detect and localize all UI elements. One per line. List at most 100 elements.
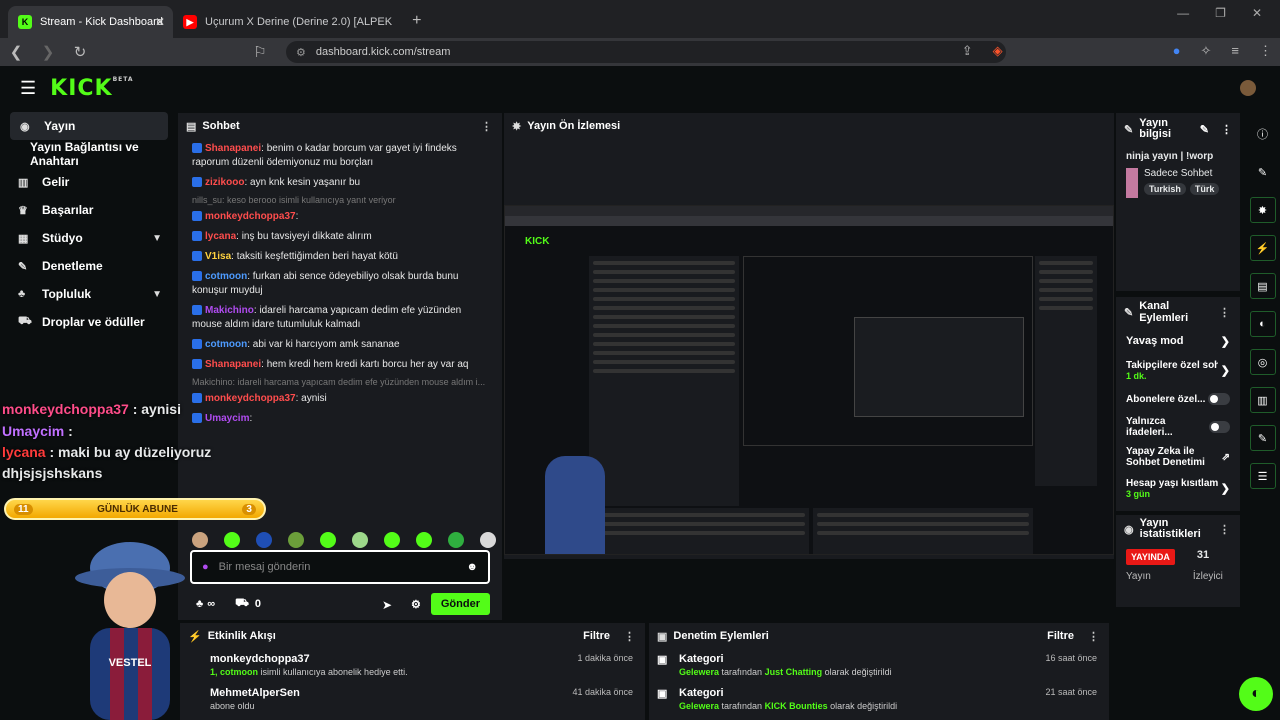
channel-actions-box: ✎ Kanal Eylemleri ⋮ Yavaş mod ❯ Takipçile…: [1116, 297, 1240, 511]
stream-video[interactable]: KICK: [504, 205, 1114, 555]
gift-icon[interactable]: ⛟: [235, 597, 249, 611]
extension-blue-icon[interactable]: ●: [1173, 43, 1181, 59]
subscribers-only-toggle[interactable]: [1208, 393, 1230, 405]
bookmark-icon[interactable]: ⚐: [244, 43, 276, 61]
goal-left: 11: [14, 503, 33, 515]
chat-username[interactable]: lycana: [205, 231, 236, 242]
chat-username[interactable]: monkeydchoppa37: [205, 393, 296, 404]
preview-icon[interactable]: ✸: [1249, 197, 1276, 223]
chat-menu-icon[interactable]: ⋮: [481, 120, 492, 133]
broadcast-icon[interactable]: ◎: [1249, 349, 1276, 375]
emote-icon[interactable]: [480, 532, 496, 548]
tag[interactable]: Turkish: [1144, 183, 1186, 195]
brave-shield-icon[interactable]: ◈: [993, 43, 1003, 59]
list-item[interactable]: ▣ Kategori 21 saat önce: [649, 683, 1109, 701]
list-item[interactable]: ▣ Kategori 16 saat önce: [649, 649, 1109, 667]
sidebar-item-droplar[interactable]: ⛟ Droplar ve ödüller: [0, 308, 176, 336]
edit-icon[interactable]: ✎: [1200, 123, 1209, 136]
activity-pre: 1,: [210, 667, 221, 677]
list-item[interactable]: monkeydchoppa37 1 dakika önce: [180, 649, 645, 667]
maximize-icon[interactable]: ❐: [1215, 6, 1226, 20]
sidebar-item-gelir[interactable]: ▥ Gelir: [0, 168, 176, 196]
emote-icon[interactable]: [352, 532, 368, 548]
emote-icon[interactable]: [288, 532, 304, 548]
stats-menu-icon[interactable]: ⋮: [1219, 523, 1230, 536]
kick-logo[interactable]: KICKBETA: [50, 76, 133, 101]
avatar[interactable]: [1240, 80, 1256, 96]
help-chat-button[interactable]: ◐: [1239, 677, 1273, 711]
activity-filter-button[interactable]: Filtre: [583, 630, 610, 642]
chat-placeholder: Bir mesaj gönderin: [218, 561, 311, 573]
sidebar-item-yayin[interactable]: ◉ Yayın: [10, 112, 168, 140]
tab-youtube[interactable]: ▶ Uçurum X Derine (Derine 2.0) [ALPEK: [173, 6, 402, 38]
layers-icon[interactable]: ▥: [1249, 387, 1276, 413]
share-icon[interactable]: ⇪: [962, 43, 973, 59]
document-icon[interactable]: ▤: [1249, 273, 1276, 299]
hamburger-menu-icon[interactable]: ☰: [20, 78, 36, 99]
microphone-icon[interactable]: ●: [202, 561, 209, 573]
send-button[interactable]: Gönder: [430, 593, 490, 615]
sliders-icon[interactable]: ☰: [1249, 463, 1276, 489]
activity-menu-icon[interactable]: ⋮: [624, 630, 635, 643]
sidebar-item-studyo[interactable]: ▦ Stüdyo ▼: [0, 224, 176, 252]
chat-input[interactable]: ● Bir mesaj gönderin ☻: [190, 550, 490, 584]
ai-moderation-row[interactable]: Yapay Zeka ile Sohbet Denetimi ⇗: [1116, 441, 1240, 473]
forward-icon[interactable]: ❯: [32, 43, 64, 61]
chevron-down-icon[interactable]: ▼: [152, 289, 162, 300]
trophy-icon: ♛: [18, 204, 28, 217]
close-window-icon[interactable]: ✕: [1252, 6, 1262, 20]
back-icon[interactable]: ❮: [0, 43, 32, 61]
pencil-icon[interactable]: ✎: [1250, 159, 1276, 185]
chat-username[interactable]: Shanapanei: [205, 359, 261, 370]
category-name: Sadece Sohbet: [1144, 168, 1213, 179]
sidebar-item-denetleme[interactable]: ✎ Denetleme: [0, 252, 176, 280]
new-tab-icon[interactable]: +: [412, 12, 421, 30]
mod-filter-button[interactable]: Filtre: [1047, 630, 1074, 642]
sidebar-item-basarilar[interactable]: ♛ Başarılar: [0, 196, 176, 224]
info-icon[interactable]: ⓘ: [1250, 121, 1276, 147]
chat-username[interactable]: Makichino: [205, 305, 254, 316]
url-field[interactable]: ⚙ dashboard.kick.com/stream: [286, 41, 1006, 63]
extensions-icon[interactable]: ✧: [1201, 43, 1212, 59]
mod-menu-icon[interactable]: ⋮: [1088, 630, 1099, 643]
emote-icon[interactable]: [320, 532, 336, 548]
tag[interactable]: Türk: [1189, 183, 1220, 195]
emote-icon[interactable]: [416, 532, 432, 548]
stream-info-menu-icon[interactable]: ⋮: [1221, 123, 1232, 136]
chat-username[interactable]: V1isa: [205, 251, 231, 262]
wrench-icon[interactable]: ✎: [1249, 425, 1276, 451]
url-text: dashboard.kick.com/stream: [315, 46, 451, 58]
account-age-row[interactable]: Hesap yaşı kısıtlamas3 gün ❯: [1116, 473, 1240, 503]
emotes-only-toggle[interactable]: [1209, 421, 1230, 433]
site-info-icon[interactable]: ⚙: [296, 46, 306, 59]
channel-actions-menu-icon[interactable]: ⋮: [1219, 306, 1230, 319]
overlay-line: lycana : maki bu ay düzeliyoruz dhjsjsjs…: [2, 442, 212, 484]
emote-icon[interactable]: [224, 532, 240, 548]
chat-username[interactable]: zizikooo: [205, 177, 244, 188]
minimize-icon[interactable]: —: [1177, 6, 1189, 20]
chat-username[interactable]: cotmoon: [205, 271, 247, 282]
chat-username[interactable]: monkeydchoppa37: [205, 211, 296, 222]
followers-only-row[interactable]: Takipçilere özel sohb 1 dk. ❯: [1116, 355, 1240, 385]
menu-icon[interactable]: ⋮: [1259, 43, 1272, 59]
chat-bubble-icon[interactable]: ◐: [1249, 311, 1276, 337]
emoji-icon[interactable]: ☻: [466, 561, 478, 573]
lightning-icon[interactable]: ⚡: [1249, 235, 1276, 261]
list-item[interactable]: MehmetAlperSen 41 dakika önce: [180, 683, 645, 701]
tab-kick-dashboard[interactable]: K Stream - Kick Dashboard ✕: [8, 6, 173, 38]
playlist-icon[interactable]: ≡: [1231, 43, 1239, 59]
chevron-down-icon[interactable]: ▼: [152, 233, 162, 244]
chat-username[interactable]: cotmoon: [205, 339, 247, 350]
sidebar-item-topluluk[interactable]: ♣ Topluluk ▼: [0, 280, 176, 308]
close-tab-icon[interactable]: ✕: [155, 15, 165, 29]
mini-chat: [589, 256, 739, 506]
slow-mode-row[interactable]: Yavaş mod ❯: [1116, 327, 1240, 355]
settings-icon[interactable]: ⚙: [411, 598, 421, 611]
emote-icon[interactable]: [384, 532, 400, 548]
chat-message: zizikooo: ayn knk kesin yaşanır bu: [178, 173, 502, 193]
reload-icon[interactable]: ↻: [64, 43, 96, 61]
sidebar-item-stream-key[interactable]: Yayın Bağlantısı ve Anahtarı: [0, 140, 176, 168]
chat-username[interactable]: Shanapanei: [205, 143, 261, 154]
emote-icon[interactable]: [448, 532, 464, 548]
emote-icon[interactable]: [256, 532, 272, 548]
